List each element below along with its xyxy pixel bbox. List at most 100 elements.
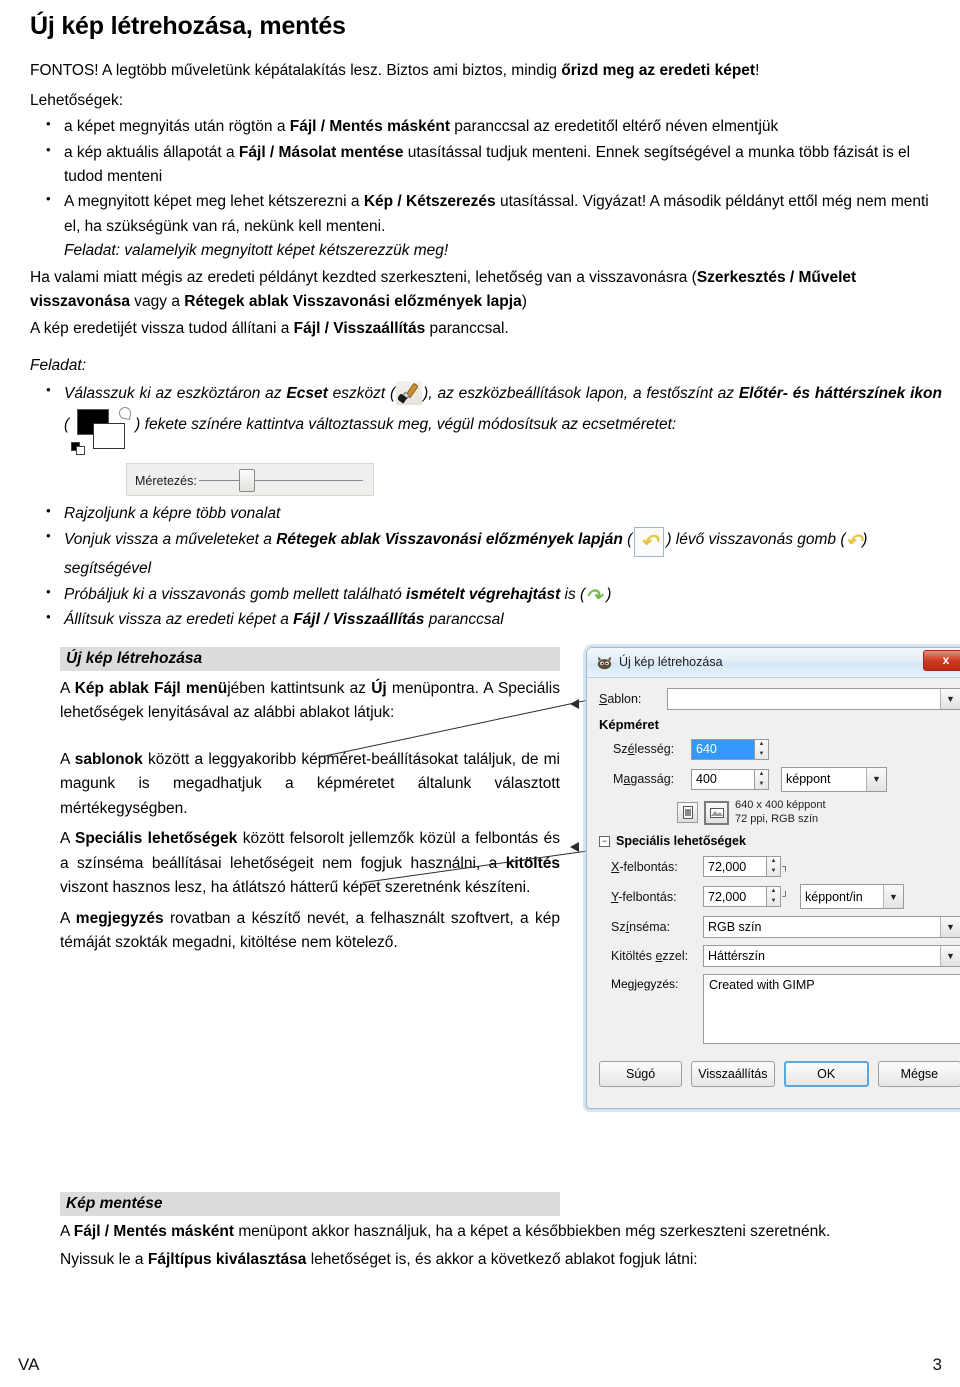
undo-p1-pre: Ha valami miatt mégis az eredeti példány… [30, 268, 697, 286]
help-button-label: Súgó [626, 1067, 656, 1082]
height-stepper[interactable]: ▲ ▼ [755, 768, 769, 790]
options-list: a képet megnyitás után rögtön a Fájl / M… [18, 114, 942, 264]
intro-prefix: FONTOS! A legtöbb műveletünk képátalakít… [30, 62, 562, 79]
revert-task-pre: Állítsuk vissza az eredeti képet a [64, 611, 294, 629]
yres-input[interactable]: 72,000 [703, 886, 767, 908]
res-unit-value: képpont/in [805, 889, 863, 904]
new-image-text-column: A Kép ablak Fájl menüjében kattintsunk a… [60, 677, 560, 956]
slider-track[interactable] [199, 479, 363, 481]
height-value: 400 [696, 772, 717, 787]
landscape-orientation-button[interactable] [704, 800, 729, 825]
save-image-section: Kép mentése A Fájl / Mentés másként menü… [0, 1192, 960, 1273]
reset-button[interactable]: Visszaállítás [691, 1061, 775, 1088]
size-slider-label: Méretezés: [135, 473, 197, 488]
undo-paragraph: Ha valami miatt mégis az eredeti példány… [30, 266, 942, 315]
brush-mid1: eszközt ( [327, 385, 396, 403]
page-title: Új kép létrehozása, mentés [30, 12, 346, 40]
brush-size-slider-widget[interactable]: Méretezés: [126, 462, 374, 496]
ok-button[interactable]: OK [783, 1061, 869, 1088]
preview-line-1: 640 x 400 képpont [735, 798, 826, 811]
section-heading-save-image: Kép mentése [60, 1192, 560, 1216]
template-select[interactable]: ▼ [667, 687, 960, 710]
template-row: Sablon: ▼ [599, 687, 960, 710]
xres-input[interactable]: 72,000 [703, 856, 767, 878]
cancel-button[interactable]: Mégse [877, 1061, 960, 1088]
yres-value: 72,000 [708, 889, 747, 904]
bullet-bold: Kép / Kétszerezés [363, 193, 496, 211]
width-label: Szélesség: [613, 742, 675, 757]
fill-select[interactable]: Háttérszín ▼ [703, 945, 960, 968]
advanced-options-expander[interactable]: − Speciális lehetőségek [599, 834, 960, 848]
save-p1-pre: A [60, 1223, 74, 1240]
dialog-footer: Súgó Visszaállítás OK Mégse [587, 1061, 960, 1088]
comment-value: Created with GIMP [709, 978, 815, 993]
yres-stepper[interactable]: ▲ ▼ [767, 886, 781, 908]
list-item-redo-task: Próbáljuk ki a visszavonás gomb mellett … [18, 582, 942, 607]
new-image-p4: A megjegyzés rovatban a készítő nevét, a… [60, 907, 560, 956]
redo-task-bold: ismételt végrehajtást [406, 585, 561, 603]
chevron-down-icon[interactable]: ▼ [883, 885, 903, 909]
list-item: a képet megnyitás után rögtön a Fájl / M… [18, 114, 942, 139]
comment-label: Megjegyzés: [611, 977, 679, 992]
colorspace-row: Színséma: RGB szín ▼ [599, 916, 960, 939]
width-input[interactable]: 640 [691, 738, 755, 760]
list-item-revert-task: Állítsuk vissza az eredeti képet a Fájl … [18, 607, 942, 632]
options-label: Lehetőségek: [30, 92, 124, 110]
undo-task-mid2: ) lévő visszavonás gomb ( [666, 531, 846, 549]
p3-bold: Speciális lehetőségek [74, 830, 238, 848]
task-list: Válasszuk ki az eszköztáron az Ecset esz… [18, 380, 942, 632]
slider-thumb[interactable] [239, 468, 255, 492]
chevron-down-icon[interactable]: ▼ [940, 946, 960, 967]
task-note: Feladat: valamelyik megnyitott képet két… [64, 242, 449, 260]
brush-pre: Válasszuk ki az eszköztáron az [64, 385, 287, 403]
new-image-section: Új kép létrehozása A Kép ablak Fájl menü… [18, 646, 960, 1109]
page-footer: VA 3 [18, 1355, 942, 1375]
comment-textarea[interactable]: Created with GIMP [703, 974, 960, 1045]
minus-expander-icon[interactable]: − [599, 835, 610, 847]
new-image-dialog[interactable]: Új kép létrehozása x Sablon: ▼ Képméret … [586, 646, 960, 1109]
unit-value: képpont [786, 772, 831, 787]
dialog-title: Új kép létrehozása [619, 654, 723, 669]
p1-post: jében kattintsunk az [227, 679, 372, 697]
colorspace-label: Színséma: [611, 920, 671, 935]
chevron-down-icon[interactable]: ▼ [940, 688, 960, 709]
xres-stepper[interactable]: ▲ ▼ [767, 856, 781, 878]
unit-select[interactable]: képpont ▼ [781, 766, 887, 792]
height-input[interactable]: 400 [691, 768, 755, 790]
width-stepper[interactable]: ▲ ▼ [755, 738, 769, 760]
dialog-body: Sablon: ▼ Képméret Szélesség: 640 ▲ ▼ Mag… [587, 678, 960, 1053]
brush-bold-ecset: Ecset [286, 385, 328, 403]
intro-suffix: ! [755, 62, 760, 79]
undo-task-mid1: ( [622, 531, 633, 549]
width-value: 640 [696, 742, 717, 757]
chevron-down-icon[interactable]: ▼ [866, 767, 886, 791]
comment-row: Megjegyzés: Created with GIMP [599, 974, 960, 1045]
chain-link-icon-lower[interactable]: ┘ [781, 892, 790, 901]
chain-link-icon[interactable]: ┐ [781, 862, 790, 871]
cancel-button-label: Mégse [900, 1067, 939, 1082]
chevron-down-icon[interactable]: ▼ [940, 917, 960, 938]
close-icon[interactable]: x [923, 649, 960, 671]
resolution-unit-select[interactable]: képpont/in ▼ [800, 884, 904, 910]
new-image-p2: A sablonok között a leggyakoribb képmére… [60, 748, 560, 821]
help-button[interactable]: Súgó [599, 1061, 683, 1088]
p1-bold2: Új [371, 679, 387, 697]
new-image-p1: A Kép ablak Fájl menüjében kattintsunk a… [60, 677, 560, 726]
bullet-pre: a kép aktuális állapotát a [64, 143, 239, 161]
dialog-titlebar[interactable]: Új kép létrehozása x [587, 647, 960, 678]
save-p1: A Fájl / Mentés másként menüpont akkor h… [60, 1220, 942, 1244]
brush-bold-colors: Előtér- és háttérszínek ikon [738, 385, 942, 403]
p4-bold: megjegyzés [75, 909, 164, 927]
revert-post: paranccsal. [425, 319, 509, 337]
p2-bold: sablonok [74, 750, 143, 768]
save-p2: Nyissuk le a Fájltípus kiválasztása lehe… [60, 1248, 942, 1272]
colorspace-select[interactable]: RGB szín ▼ [703, 916, 960, 939]
height-label: Magasság: [613, 772, 675, 787]
portrait-orientation-button[interactable] [677, 802, 698, 824]
preview-line-2: 72 ppi, RGB szín [735, 812, 819, 825]
undo-task-bold: Rétegek ablak Visszavonási előzmények la… [276, 531, 623, 549]
brush-icon [396, 381, 423, 406]
p3-post: viszont hasznos lesz, ha átlátszó hátter… [60, 879, 531, 897]
undo-p1-bold2: Rétegek ablak Visszavonási előzmények la… [184, 293, 522, 311]
save-p1-post: menüpont akkor használjuk, ha a képet a … [234, 1223, 831, 1240]
